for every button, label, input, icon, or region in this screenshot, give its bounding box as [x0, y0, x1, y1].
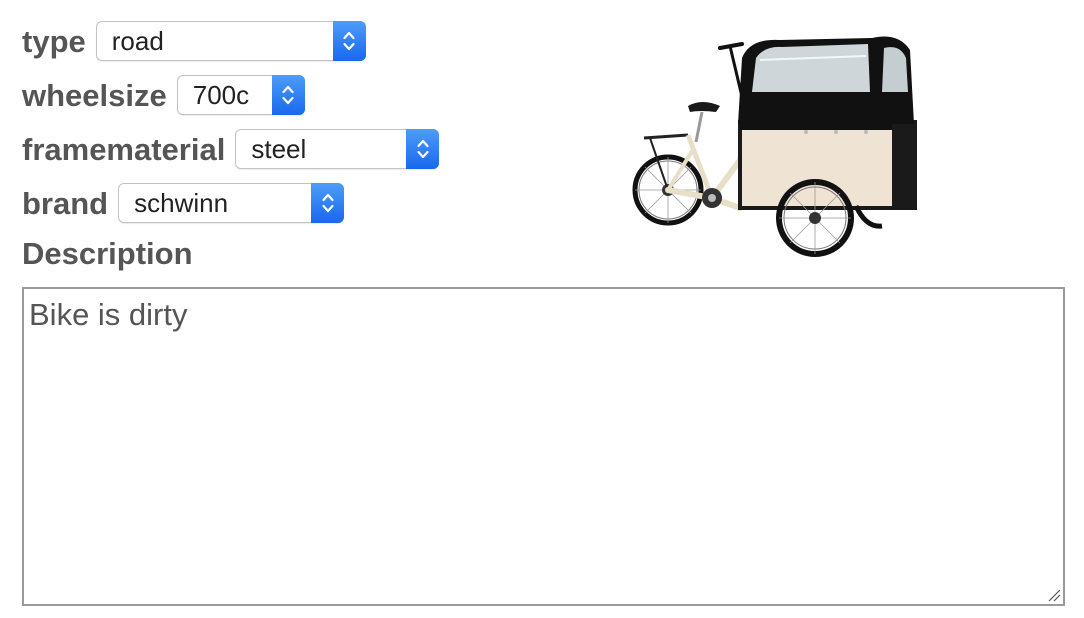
description-label: Description — [22, 236, 193, 271]
framematerial-row: framematerial steel — [22, 122, 440, 176]
brand-row: brand schwinn — [22, 176, 439, 230]
chevron-up-down-icon — [332, 21, 366, 61]
brand-select-value: schwinn — [134, 187, 229, 218]
type-select[interactable]: road — [95, 21, 366, 61]
chevron-up-down-icon — [406, 129, 440, 169]
bike-form: type road wheelsize 700c framematerial s… — [22, 14, 440, 230]
bike-image — [632, 36, 917, 257]
framematerial-select[interactable]: steel — [235, 129, 440, 169]
type-row: type road — [22, 14, 439, 68]
type-label: type — [22, 23, 86, 59]
page: type road wheelsize 700c framematerial s… — [0, 0, 1084, 618]
wheelsize-select-value: 700c — [192, 79, 250, 110]
description-text: Bike is dirty — [29, 297, 188, 332]
chevron-up-down-icon — [271, 75, 305, 115]
wheelsize-select[interactable]: 700c — [176, 75, 305, 115]
type-select-value: road — [111, 25, 164, 56]
framematerial-select-value: steel — [251, 133, 307, 164]
chevron-up-down-icon — [311, 183, 345, 223]
resize-handle-icon[interactable] — [1047, 588, 1061, 602]
brand-label: brand — [22, 185, 109, 221]
wheelsize-label: wheelsize — [22, 77, 167, 113]
brand-select[interactable]: schwinn — [118, 183, 345, 223]
description-textarea[interactable]: Bike is dirty — [22, 287, 1065, 606]
wheelsize-row: wheelsize 700c — [22, 68, 439, 122]
framematerial-label: framematerial — [22, 131, 226, 167]
